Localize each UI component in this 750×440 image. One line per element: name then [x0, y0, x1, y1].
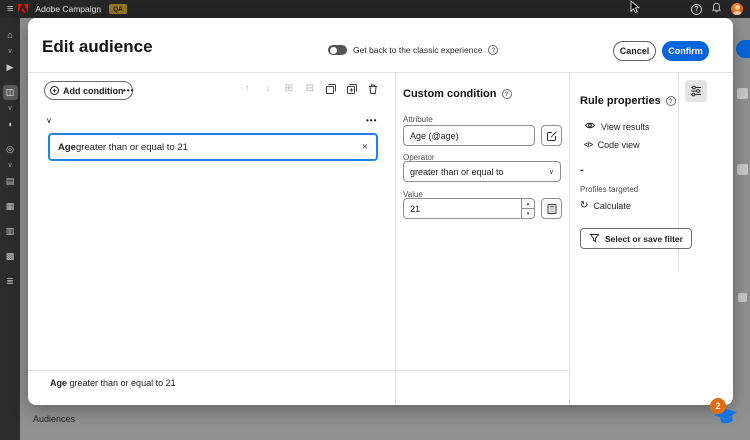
- chevron-down-icon[interactable]: ∨: [3, 105, 18, 112]
- expression-editor-button[interactable]: [541, 198, 562, 219]
- hamburger-menu-icon[interactable]: ≡: [7, 4, 13, 15]
- left-nav-sidebar: ⌂ ∨ ▶ ◫ ∨ ◖ ◎ ∨ ▤ ▦ ▥ ▩ ≣: [0, 18, 20, 440]
- admin-icon[interactable]: ≣: [3, 274, 18, 289]
- apps-grid-icon[interactable]: ▩: [3, 249, 18, 264]
- deliveries-icon[interactable]: ▶: [3, 60, 18, 75]
- value-stepper: ▴ ▾: [521, 199, 534, 218]
- stepper-up-icon[interactable]: ▴: [522, 199, 534, 209]
- profiles-count-value: -: [580, 164, 584, 176]
- operator-selected-value: greater than or equal to: [410, 167, 504, 177]
- chevron-down-icon[interactable]: ∨: [3, 162, 18, 169]
- operator-select[interactable]: greater than or equal to ∨: [403, 161, 561, 182]
- background-create-button-fragment: [736, 40, 750, 58]
- delete-icon[interactable]: [366, 82, 380, 96]
- stepper-down-icon[interactable]: ▾: [522, 209, 534, 218]
- info-icon[interactable]: ?: [502, 89, 512, 99]
- ungroup-condition-icon[interactable]: ⊟: [303, 82, 317, 96]
- code-icon: </>: [584, 142, 593, 149]
- add-condition-label: Add condition: [63, 86, 124, 96]
- chevron-down-icon: ∨: [549, 168, 554, 176]
- clear-condition-icon[interactable]: ×: [362, 141, 368, 153]
- custom-condition-heading: Custom condition ?: [403, 88, 512, 100]
- panel-divider: [395, 72, 396, 405]
- rule-properties-panel-toggle[interactable]: [685, 80, 707, 102]
- info-icon[interactable]: ?: [666, 96, 676, 106]
- group-condition-icon[interactable]: ⊞: [282, 82, 296, 96]
- cancel-button[interactable]: Cancel: [613, 41, 656, 61]
- notification-count-badge[interactable]: 2: [710, 398, 726, 414]
- page-title: Edit audience: [42, 37, 153, 57]
- move-up-icon[interactable]: ↑: [240, 82, 254, 96]
- edit-audience-modal: Edit audience Get back to the classic ex…: [28, 18, 733, 405]
- eye-icon: [584, 120, 596, 133]
- background-page-title: Audiences: [33, 414, 75, 424]
- calculate-button[interactable]: ↻ Calculate: [580, 201, 631, 211]
- notifications-bell-icon[interactable]: [711, 0, 722, 18]
- plus-icon: +: [50, 86, 59, 95]
- value-input[interactable]: 21: [404, 199, 521, 218]
- info-icon[interactable]: ?: [488, 45, 498, 55]
- filter-funnel-icon: [589, 233, 600, 245]
- move-down-icon[interactable]: ↓: [261, 82, 275, 96]
- builder-more-actions-button[interactable]: •••: [123, 86, 134, 95]
- help-icon[interactable]: ?: [691, 4, 702, 15]
- attribute-label: Attribute: [403, 115, 433, 124]
- condition-more-actions-button[interactable]: •••: [366, 116, 377, 125]
- condition-expression-field[interactable]: Age greater than or equal to 21 ×: [48, 133, 378, 161]
- condition-collapse-chevron-icon[interactable]: ∨: [46, 116, 52, 125]
- duplicate-icon[interactable]: [345, 82, 359, 96]
- chevron-down-icon[interactable]: ∨: [3, 48, 18, 55]
- confirm-button[interactable]: Confirm: [662, 41, 709, 61]
- copy-icon[interactable]: [324, 82, 338, 96]
- rule-summary-text: Age greater than or equal to 21: [50, 378, 176, 388]
- home-icon[interactable]: ⌂: [3, 28, 18, 43]
- header-divider: [28, 72, 733, 73]
- classic-experience-toggle-label: Get back to the classic experience: [353, 45, 482, 55]
- background-page-icon: [737, 164, 748, 175]
- environment-badge: QA: [109, 4, 127, 14]
- panel-divider: [569, 72, 570, 405]
- topbar-actions: ?: [691, 0, 743, 18]
- select-or-save-filter-button[interactable]: Select or save filter: [580, 228, 692, 249]
- attribute-input[interactable]: [403, 125, 535, 146]
- condition-field-name: Age: [58, 142, 76, 153]
- screen: ≡ Adobe Campaign QA ? ⌂ ∨ ▶ ◫ ∨ ◖ ◎ ∨ ▤ …: [0, 0, 750, 440]
- refresh-icon: ↻: [580, 201, 588, 211]
- condition-toolbar: ↑ ↓ ⊞ ⊟: [240, 82, 380, 96]
- background-page-icon: [738, 293, 747, 302]
- background-page-icon: [737, 88, 748, 99]
- adobe-logo-icon: [18, 0, 28, 18]
- content-icon[interactable]: ▦: [3, 199, 18, 214]
- code-view-button[interactable]: </> Code view: [584, 140, 640, 150]
- app-title: Adobe Campaign: [35, 4, 101, 14]
- explorer-icon[interactable]: ◎: [3, 142, 18, 157]
- user-avatar[interactable]: [731, 3, 743, 15]
- sidebar-item-audiences[interactable]: ◫: [3, 85, 18, 100]
- view-results-button[interactable]: View results: [584, 120, 649, 133]
- reports-icon[interactable]: ▥: [3, 224, 18, 239]
- classic-experience-toggle[interactable]: [328, 45, 347, 55]
- add-condition-button[interactable]: + Add condition: [44, 81, 133, 100]
- attribute-picker-button[interactable]: [541, 125, 562, 146]
- top-bar: ≡ Adobe Campaign QA ?: [0, 0, 750, 18]
- profiles-targeted-label: Profiles targeted: [580, 185, 638, 194]
- classic-experience-toggle-group: Get back to the classic experience ?: [328, 45, 498, 55]
- rule-properties-heading: Rule properties ?: [580, 95, 676, 107]
- summary-divider: [28, 370, 569, 371]
- value-number-field[interactable]: 21 ▴ ▾: [403, 198, 535, 219]
- messages-icon[interactable]: ◖: [3, 117, 18, 132]
- condition-expression-text: greater than or equal to 21: [76, 142, 188, 153]
- lists-icon[interactable]: ▤: [3, 174, 18, 189]
